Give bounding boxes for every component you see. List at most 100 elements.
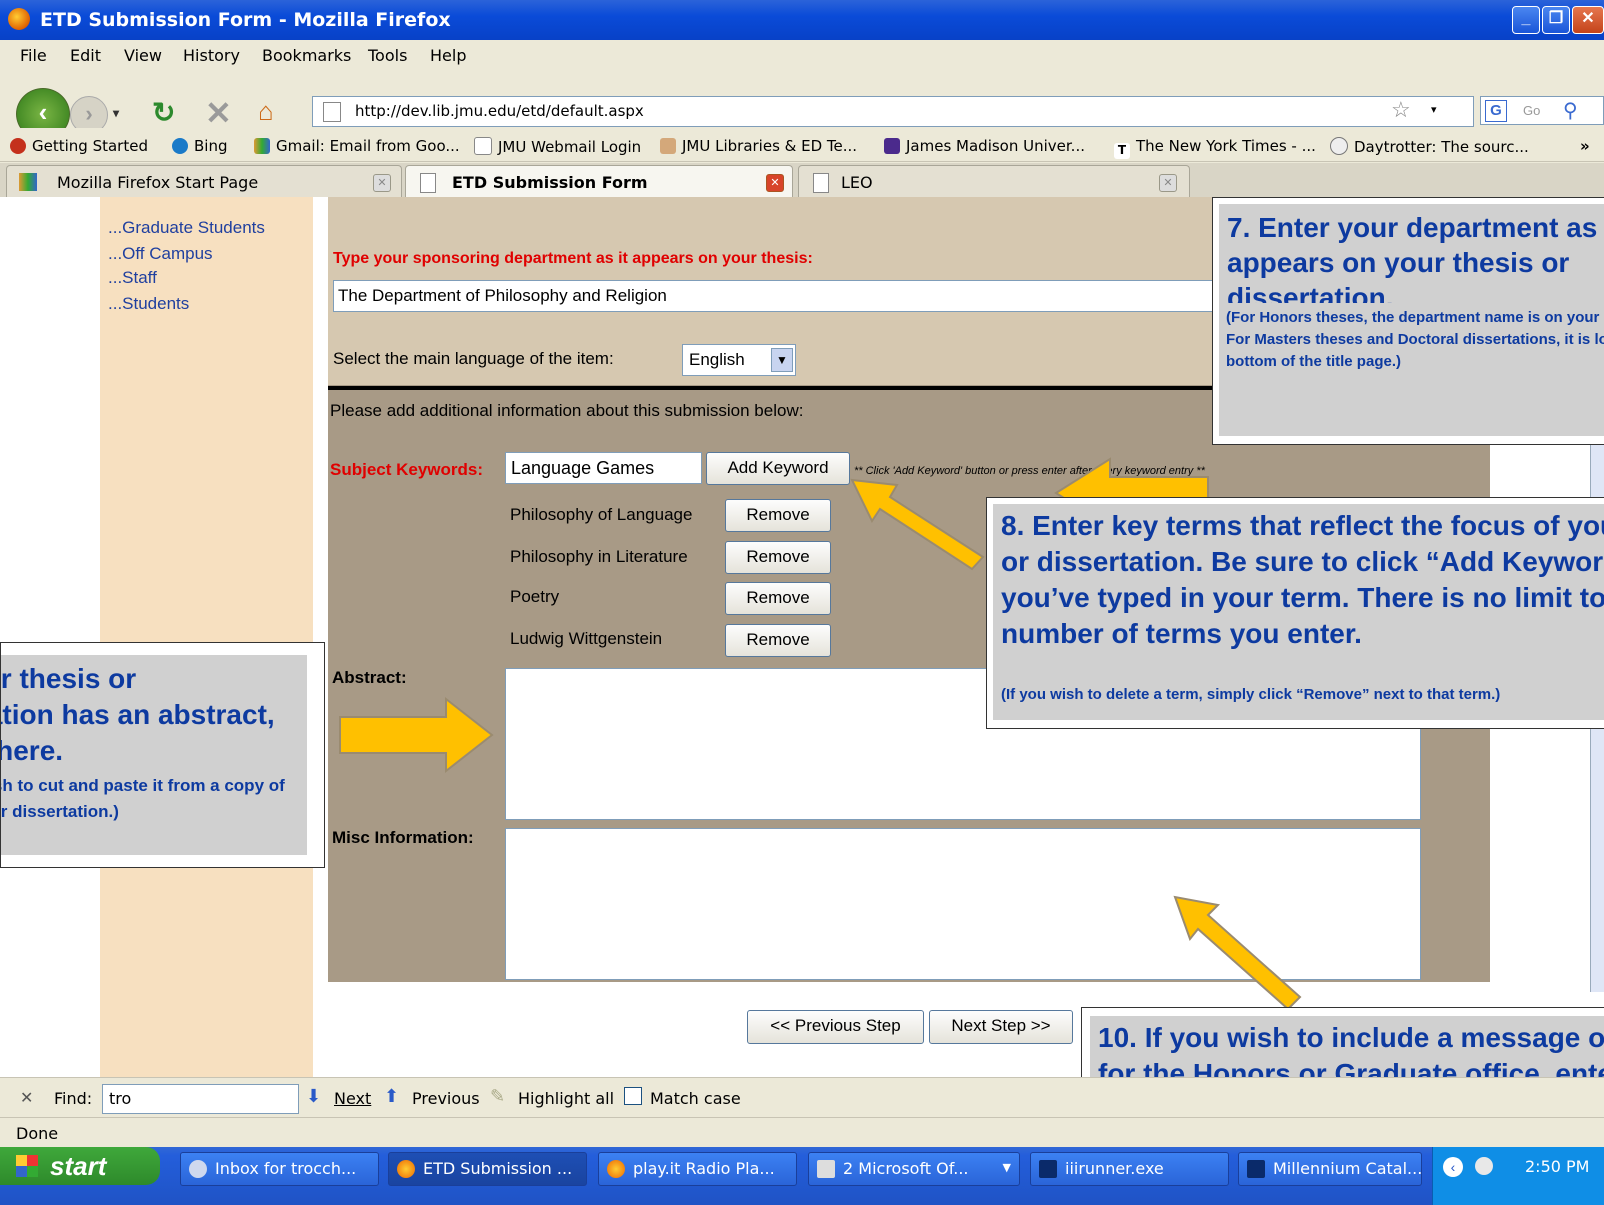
bookmark-bing[interactable]: Bing <box>172 137 228 155</box>
callout-8: 8. Enter key terms that reflect the focu… <box>986 497 1604 729</box>
menu-file[interactable]: File <box>20 46 47 65</box>
tab-close-icon[interactable]: ✕ <box>766 174 784 192</box>
jmu-icon <box>884 138 900 154</box>
bookmark-jmu-webmail[interactable]: JMU Webmail Login <box>474 137 641 156</box>
highlight-all-button[interactable]: Highlight all <box>518 1089 614 1108</box>
taskbar-item[interactable]: ETD Submission ... <box>388 1152 587 1186</box>
bookmark-gmail[interactable]: Gmail: Email from Goo... <box>254 137 460 155</box>
start-button[interactable]: start <box>0 1147 160 1185</box>
find-close-icon[interactable]: ✕ <box>20 1088 33 1108</box>
bookmark-getting-started[interactable]: Getting Started <box>10 137 148 155</box>
status-bar: Done <box>0 1117 1604 1147</box>
page-icon <box>323 102 341 122</box>
status-text: Done <box>16 1124 59 1143</box>
url-text: http://dev.lib.jmu.edu/etd/default.aspx <box>355 102 644 120</box>
system-tray: ‹ 2:50 PM <box>1432 1147 1604 1205</box>
callout-8-note: (If you wish to delete a term, simply cl… <box>1001 686 1501 703</box>
tab-leo[interactable]: LEO ✕ <box>798 165 1190 198</box>
windows-logo-icon <box>16 1155 38 1177</box>
mail-icon <box>189 1160 207 1178</box>
google-bookmark-icon <box>254 138 270 154</box>
window-title-bar: ETD Submission Form - Mozilla Firefox _ … <box>0 0 1604 40</box>
word-icon <box>817 1160 835 1178</box>
menu-tools[interactable]: Tools <box>368 46 407 65</box>
menu-view[interactable]: View <box>124 46 162 65</box>
minimize-button[interactable]: _ <box>1512 6 1540 34</box>
firefox-icon <box>607 1160 625 1178</box>
callout-9-bg: 9. If your thesis or dissertation has an… <box>1 655 307 855</box>
callout-8-main: 8. Enter key terms that reflect the focu… <box>1001 510 1604 649</box>
tab-close-icon[interactable]: ✕ <box>1159 174 1177 192</box>
callout-9-main: 9. If your thesis or dissertation has an… <box>1 663 275 766</box>
google-icon <box>19 173 37 191</box>
highlighter-icon: ✎ <box>490 1086 506 1106</box>
callout-7-main: 7. Enter your department as it appears o… <box>1227 212 1604 313</box>
app-icon <box>1039 1160 1057 1178</box>
window-title: ETD Submission Form - Mozilla Firefox <box>40 9 451 31</box>
url-dropdown-icon[interactable]: ▾ <box>1431 103 1437 116</box>
daytrotter-icon <box>1330 137 1348 155</box>
url-bar[interactable]: http://dev.lib.jmu.edu/etd/default.aspx … <box>312 96 1474 127</box>
chevron-down-icon: ▼ <box>1002 1161 1011 1174</box>
star-icon[interactable]: ☆ <box>1391 97 1411 123</box>
find-label: Find: <box>54 1089 93 1108</box>
page-icon <box>420 173 436 193</box>
menu-bar: File Edit View History Bookmarks Tools H… <box>0 40 1604 70</box>
nyt-icon: T <box>1114 143 1130 159</box>
callout-9-note: (You may wish to cut and paste it from a… <box>1 776 285 821</box>
arrow-icon <box>850 478 985 571</box>
taskbar-item[interactable]: play.it Radio Pla... <box>598 1152 797 1186</box>
bookmarks-toolbar: Getting Started Bing Gmail: Email from G… <box>0 128 1604 162</box>
tab-firefox-start[interactable]: Mozilla Firefox Start Page ✕ <box>6 165 402 198</box>
menu-help[interactable]: Help <box>430 46 466 65</box>
find-previous-button[interactable]: Previous <box>412 1089 480 1108</box>
find-bar: ✕ Find: tro ⬇ Next ⬆ Previous ✎ Highligh… <box>0 1077 1604 1117</box>
tab-close-icon[interactable]: ✕ <box>373 174 391 192</box>
menu-bookmarks[interactable]: Bookmarks <box>262 46 351 65</box>
tray-app-icon[interactable] <box>1475 1157 1493 1175</box>
stop-icon[interactable]: ✕ <box>205 94 232 132</box>
taskbar-item[interactable]: 2 Microsoft Of... ▼ <box>808 1152 1020 1186</box>
match-case-label: Match case <box>650 1089 741 1108</box>
menu-edit[interactable]: Edit <box>70 46 101 65</box>
search-placeholder: Go <box>1523 103 1541 118</box>
home-icon[interactable]: ⌂ <box>258 96 274 127</box>
maximize-button[interactable]: ❐ <box>1542 6 1570 34</box>
search-icon[interactable]: ⚲ <box>1563 98 1578 123</box>
bookmarks-overflow[interactable]: » <box>1580 137 1590 155</box>
google-icon[interactable]: G <box>1485 100 1507 122</box>
taskbar: start Inbox for trocch... ETD Submission… <box>0 1147 1604 1205</box>
callout-8-bg: 8. Enter key terms that reflect the focu… <box>993 504 1604 720</box>
tab-etd-submission[interactable]: ETD Submission Form ✕ <box>405 165 793 198</box>
bookmark-daytrotter[interactable]: Daytrotter: The sourc... <box>1330 137 1529 156</box>
arrow-icon <box>1173 895 1302 1011</box>
page-icon <box>474 137 492 155</box>
reload-icon[interactable]: ↻ <box>152 96 175 129</box>
firefox-bookmark-icon <box>10 138 26 154</box>
app-icon <box>1247 1160 1265 1178</box>
menu-history[interactable]: History <box>183 46 240 65</box>
bing-icon <box>172 138 188 154</box>
find-next-button[interactable]: Next <box>334 1089 371 1108</box>
clock: 2:50 PM <box>1525 1157 1590 1176</box>
firefox-icon <box>397 1160 415 1178</box>
taskbar-item[interactable]: Inbox for trocch... <box>180 1152 379 1186</box>
arrow-down-icon: ⬇ <box>306 1086 322 1106</box>
page-icon <box>813 173 829 193</box>
bookmark-nytimes[interactable]: T The New York Times - ... <box>1114 137 1316 159</box>
close-button[interactable]: ✕ <box>1572 6 1604 34</box>
search-box[interactable]: G Go ⚲ <box>1480 96 1604 125</box>
history-dropdown-icon[interactable]: ▾ <box>113 106 119 120</box>
tray-expand-icon[interactable]: ‹ <box>1443 1157 1463 1177</box>
feather-icon <box>660 138 676 154</box>
find-input[interactable]: tro <box>102 1084 299 1114</box>
taskbar-item[interactable]: Millennium Catal... <box>1238 1152 1422 1186</box>
bookmark-james-madison[interactable]: James Madison Univer... <box>884 137 1085 155</box>
taskbar-item[interactable]: iiirunner.exe <box>1030 1152 1229 1186</box>
bookmark-jmu-libraries[interactable]: JMU Libraries & ED Te... <box>660 137 857 155</box>
arrow-up-icon: ⬆ <box>384 1086 400 1106</box>
match-case-checkbox[interactable] <box>624 1087 642 1105</box>
callout-9: 9. If your thesis or dissertation has an… <box>0 642 325 868</box>
firefox-icon <box>8 8 30 30</box>
callout-7-note: (For Honors theses, the department name … <box>1226 303 1604 433</box>
